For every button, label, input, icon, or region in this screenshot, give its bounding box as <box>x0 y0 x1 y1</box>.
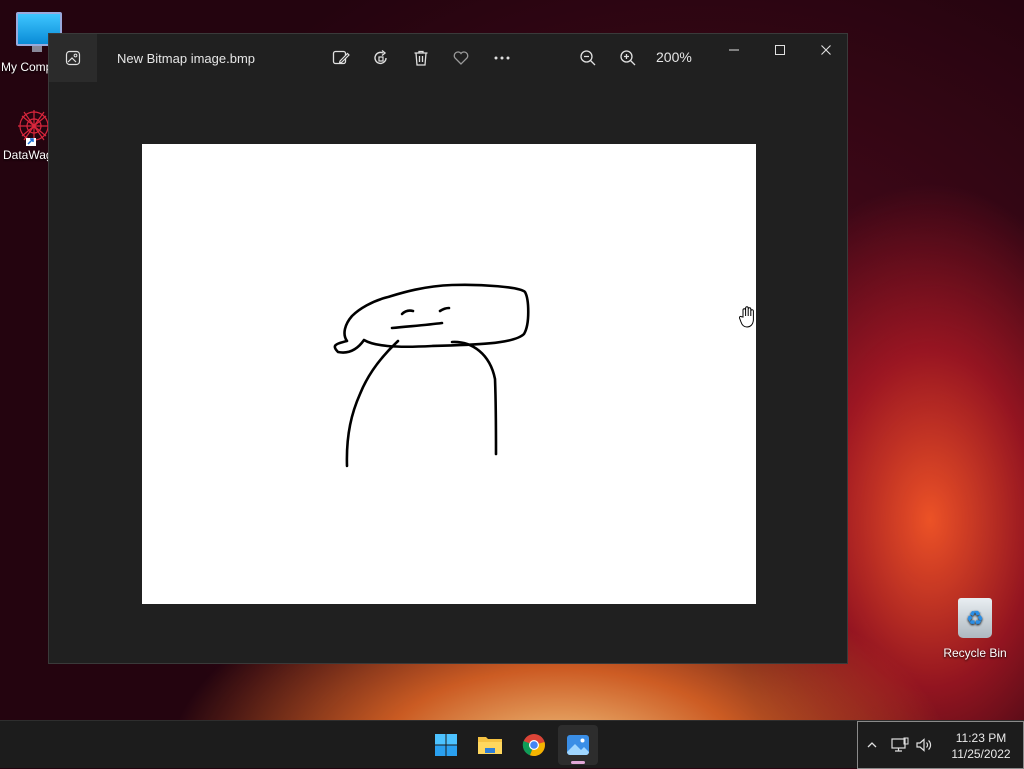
maximize-button[interactable] <box>757 34 803 66</box>
show-hidden-icons-button[interactable] <box>862 734 882 756</box>
speaker-icon <box>916 738 932 752</box>
zoom-out-button[interactable] <box>574 44 602 72</box>
minimize-icon <box>729 49 739 51</box>
recycle-bin-icon: ♻ <box>958 598 992 638</box>
title-bar: New Bitmap image.bmp 200% <box>49 34 847 82</box>
chrome-icon <box>522 734 545 757</box>
edit-image-button[interactable] <box>327 44 355 72</box>
photos-app-icon[interactable] <box>49 34 97 82</box>
file-explorer-button[interactable] <box>470 725 510 765</box>
volume-button[interactable] <box>914 734 934 756</box>
close-icon <box>821 45 831 55</box>
rotate-button[interactable] <box>367 44 395 72</box>
desktop-icon-label: Recycle Bin <box>943 646 1007 660</box>
zoom-in-button[interactable] <box>614 44 642 72</box>
image-canvas[interactable] <box>142 144 756 604</box>
network-button[interactable] <box>890 734 910 756</box>
start-button[interactable] <box>426 725 466 765</box>
zoom-in-icon <box>620 50 636 66</box>
windows-start-icon <box>435 734 457 756</box>
clock-date: 11/25/2022 <box>951 747 1011 761</box>
photos-window: New Bitmap image.bmp 200% <box>48 33 848 664</box>
favorite-button[interactable] <box>447 44 475 72</box>
system-tray: 11:23 PM 11/25/2022 <box>857 721 1024 769</box>
more-icon <box>494 56 510 60</box>
close-button[interactable] <box>803 34 849 66</box>
photos-taskbar-button[interactable] <box>558 725 598 765</box>
clock-time: 11:23 PM <box>955 731 1007 745</box>
taskbar: 11:23 PM 11/25/2022 <box>0 720 1024 769</box>
zoom-out-icon <box>580 50 596 66</box>
desktop-icon-recycle-bin[interactable]: ♻ Recycle Bin <box>935 598 1015 660</box>
chrome-button[interactable] <box>514 725 554 765</box>
rotate-icon <box>374 49 387 65</box>
heart-icon <box>453 51 469 65</box>
window-title: New Bitmap image.bmp <box>117 51 255 66</box>
chevron-up-icon <box>867 742 877 748</box>
edit-image-icon <box>332 50 350 65</box>
datawag-icon <box>12 106 52 146</box>
minimize-button[interactable] <box>711 34 757 66</box>
zoom-level[interactable]: 200% <box>656 49 692 65</box>
active-indicator <box>571 761 585 764</box>
clock[interactable]: 11:23 PM 11/25/2022 <box>946 730 1016 762</box>
delete-button[interactable] <box>407 44 435 72</box>
network-icon <box>891 737 909 752</box>
maximize-icon <box>775 45 785 55</box>
folder-icon <box>478 737 502 754</box>
delete-icon <box>414 50 428 66</box>
desktop-icon-label: My Computer <box>1 60 49 74</box>
bitmap-drawing <box>333 283 530 468</box>
more-options-button[interactable] <box>488 44 516 72</box>
photos-icon <box>567 735 589 755</box>
hand-cursor-icon <box>738 305 758 334</box>
